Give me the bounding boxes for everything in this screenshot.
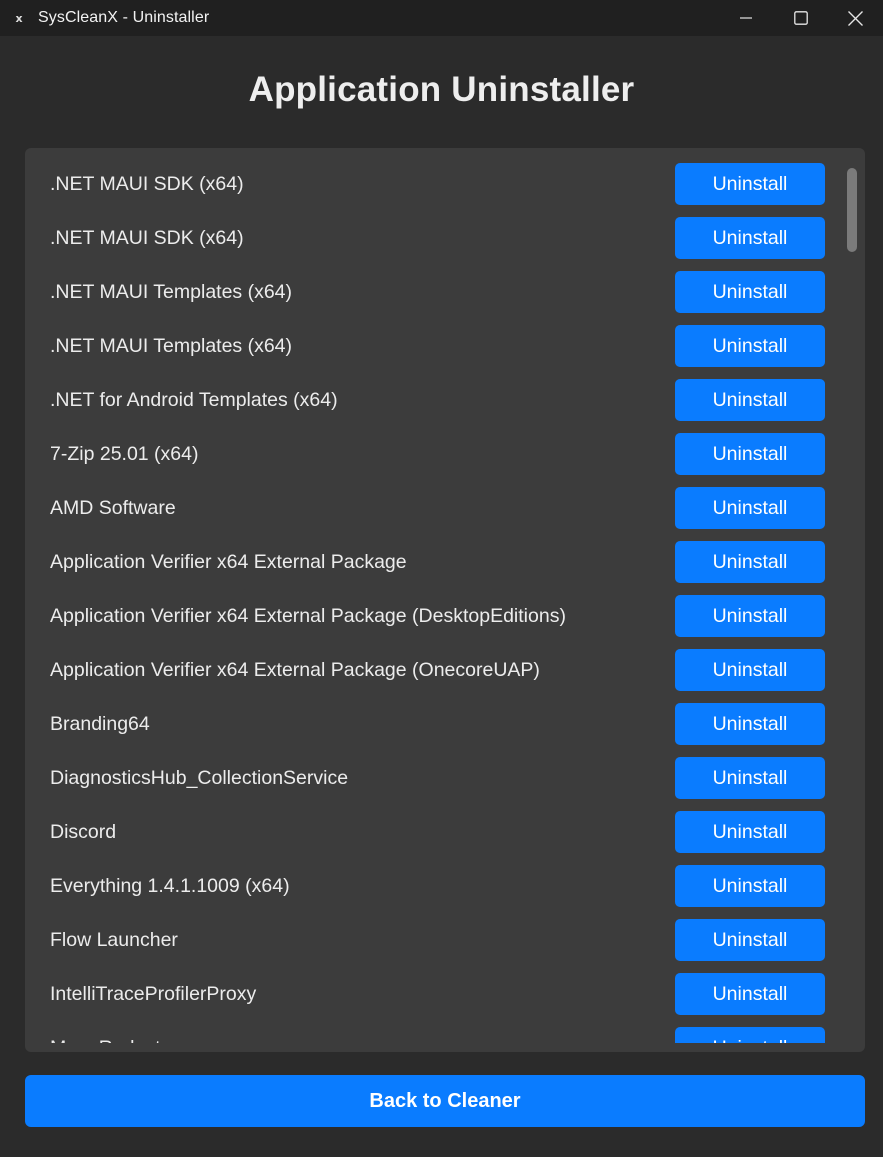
uninstall-button[interactable]: Uninstall: [675, 541, 825, 583]
list-item: DiagnosticsHub_CollectionService Uninstal…: [25, 757, 865, 811]
uninstall-button[interactable]: Uninstall: [675, 163, 825, 205]
list-item: Application Verifier x64 External Packag…: [25, 595, 865, 649]
list-item: Flow Launcher Uninstall: [25, 919, 865, 973]
minimize-icon: [739, 17, 752, 19]
maximize-button[interactable]: [773, 0, 828, 36]
list-item: .NET MAUI Templates (x64) Uninstall: [25, 325, 865, 379]
scrollbar-thumb[interactable]: [847, 168, 857, 252]
uninstall-button[interactable]: Uninstall: [675, 649, 825, 691]
app-name: Application Verifier x64 External Packag…: [50, 659, 540, 681]
uninstall-button[interactable]: Uninstall: [675, 217, 825, 259]
app-name: .NET MAUI SDK (x64): [50, 173, 244, 195]
list-item: IntelliTraceProfilerProxy Uninstall: [25, 973, 865, 1027]
app-name: Branding64: [50, 713, 150, 735]
list-item: Application Verifier x64 External Packag…: [25, 541, 865, 595]
back-to-cleaner-button[interactable]: Back to Cleaner: [25, 1075, 865, 1127]
uninstall-button[interactable]: Uninstall: [675, 379, 825, 421]
app-name: AMD Software: [50, 497, 176, 519]
uninstall-button[interactable]: Uninstall: [675, 325, 825, 367]
list-item: .NET MAUI Templates (x64) Uninstall: [25, 271, 865, 325]
app-name: Discord: [50, 821, 117, 843]
uninstall-button[interactable]: Uninstall: [675, 1027, 825, 1043]
app-name: DiagnosticsHub_CollectionService: [50, 767, 349, 789]
app-name: .NET for Android Templates (x64): [50, 389, 338, 411]
app-name: Everything 1.4.1.1009 (x64): [50, 875, 290, 897]
close-button[interactable]: [828, 0, 883, 36]
app-list-panel[interactable]: .NET MAUI SDK (x64) Uninstall .NET MAUI SD…: [25, 148, 865, 1052]
app-name: IntelliTraceProfilerProxy: [50, 983, 257, 1005]
window-title: SysCleanX - Uninstaller: [38, 9, 210, 26]
uninstall-button[interactable]: Uninstall: [675, 919, 825, 961]
uninstall-button[interactable]: Uninstall: [675, 703, 825, 745]
app-name: .NET MAUI Templates (x64): [50, 281, 293, 303]
minimize-button[interactable]: [718, 0, 773, 36]
list-item: .NET MAUI SDK (x64) Uninstall: [25, 217, 865, 271]
list-item: Application Verifier x64 External Packag…: [25, 649, 865, 703]
scrollbar[interactable]: [845, 166, 859, 1046]
uninstall-button[interactable]: Uninstall: [675, 595, 825, 637]
app-name: 7-Zip 25.01 (x64): [50, 443, 199, 465]
maximize-icon: [793, 11, 808, 25]
list-item: .NET for Android Templates (x64) Uninstal…: [25, 379, 865, 433]
list-item: Branding64 Uninstall: [25, 703, 865, 757]
list-item: .NET MAUI SDK (x64) Uninstall: [25, 163, 865, 217]
list-item: AMD Software Uninstall: [25, 487, 865, 541]
uninstall-button[interactable]: Uninstall: [675, 973, 825, 1015]
uninstall-button[interactable]: Uninstall: [675, 433, 825, 475]
page-title: Application Uninstaller: [248, 70, 635, 109]
uninstall-button[interactable]: Uninstall: [675, 487, 825, 529]
list-item: 7-Zip 25.01 (x64) Uninstall: [25, 433, 865, 487]
close-icon: [848, 10, 863, 26]
app-name: Application Verifier x64 External Packag…: [50, 605, 566, 627]
app-name: .NET MAUI Templates (x64): [50, 335, 293, 357]
window-controls: [718, 0, 883, 36]
uninstall-button[interactable]: Uninstall: [675, 811, 825, 853]
app-list[interactable]: .NET MAUI SDK (x64) Uninstall .NET MAUI SD…: [25, 163, 865, 1043]
uninstall-button[interactable]: Uninstall: [675, 271, 825, 313]
app-name: .NET MAUI SDK (x64): [50, 227, 244, 249]
uninstall-button[interactable]: Uninstall: [675, 757, 825, 799]
x-app-icon: x: [15, 11, 23, 25]
list-item: Everything 1.4.1.1009 (x64) Uninstall: [25, 865, 865, 919]
app-name: Application Verifier x64 External Packag…: [50, 551, 407, 573]
uninstall-button[interactable]: Uninstall: [675, 865, 825, 907]
title-bar: x SysCleanX - Uninstaller: [0, 0, 883, 36]
list-item: Mem Reduct Uninstall: [25, 1027, 865, 1043]
list-item: Discord Uninstall: [25, 811, 865, 865]
app-name: Flow Launcher: [50, 929, 178, 951]
app-name: Mem Reduct: [50, 1027, 161, 1043]
